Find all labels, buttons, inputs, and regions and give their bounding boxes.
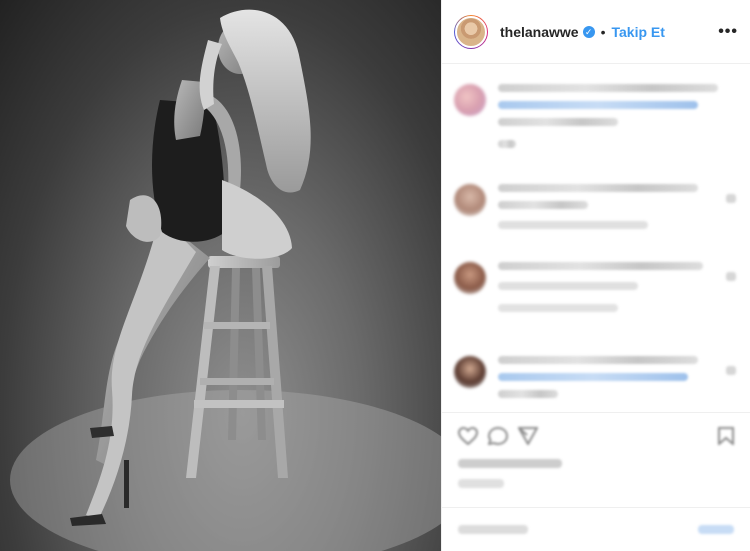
separator: •: [600, 23, 606, 40]
blurred-timestamp: [458, 479, 504, 488]
blurred-comment-text: [498, 184, 698, 238]
comment-icon[interactable]: [488, 427, 508, 445]
profile-avatar-ring[interactable]: [454, 14, 488, 49]
verified-badge-icon: ✓: [582, 25, 595, 38]
blurred-caption-text: [498, 84, 718, 157]
caption-item: [454, 84, 718, 157]
follow-button[interactable]: Takip Et: [612, 24, 665, 40]
post-comment-button[interactable]: [698, 525, 734, 534]
comments-list: [442, 64, 750, 412]
avatar[interactable]: [454, 84, 486, 116]
post-actions: [442, 412, 750, 551]
post-side-panel: thelanawwe ✓ • Takip Et •••: [441, 0, 750, 551]
comment-like-icon[interactable]: [726, 194, 736, 203]
share-icon[interactable]: [518, 427, 538, 445]
avatar[interactable]: [454, 262, 486, 294]
comment-item: [454, 262, 703, 321]
blurred-comment-text: [498, 262, 703, 321]
comment-item: [454, 184, 698, 238]
blurred-comment-text: [498, 356, 698, 407]
comment-like-icon[interactable]: [726, 366, 736, 375]
post-photo[interactable]: [0, 0, 441, 551]
comment-like-icon[interactable]: [726, 272, 736, 281]
avatar[interactable]: [455, 15, 487, 48]
avatar[interactable]: [454, 356, 486, 388]
heart-icon[interactable]: [458, 427, 478, 445]
comment-item: [454, 356, 698, 407]
photo-artwork: [10, 9, 441, 551]
blurred-likes-count[interactable]: [458, 459, 562, 468]
bookmark-icon[interactable]: [716, 427, 736, 445]
more-options-icon[interactable]: •••: [718, 23, 738, 41]
comment-input[interactable]: [458, 525, 528, 534]
username-link[interactable]: thelanawwe: [500, 24, 579, 40]
post-header: thelanawwe ✓ • Takip Et •••: [442, 0, 750, 64]
instagram-post: thelanawwe ✓ • Takip Et •••: [0, 0, 750, 551]
avatar[interactable]: [454, 184, 486, 216]
add-comment-bar: [442, 507, 750, 551]
